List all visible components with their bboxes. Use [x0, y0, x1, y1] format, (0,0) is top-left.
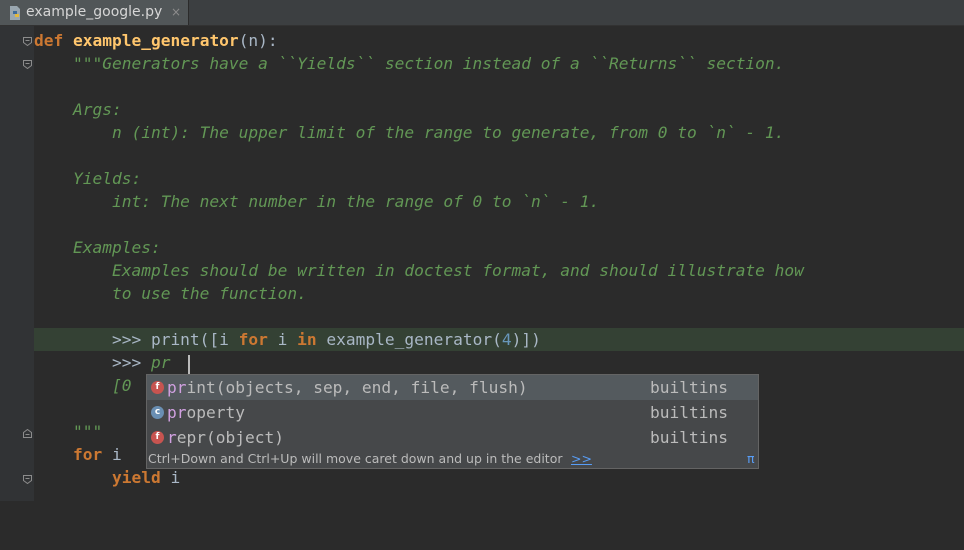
docstring-end-line: """ — [34, 422, 103, 441]
fold-marker-icon[interactable] — [23, 37, 32, 46]
doctest-output-line: [0 — [34, 376, 132, 395]
docstring-line: Examples: — [34, 238, 161, 257]
completion-location: builtins — [650, 428, 728, 447]
doctest-input-line: >>> pr — [34, 353, 171, 372]
docstring-line: int: The next number in the range of 0 t… — [34, 192, 600, 211]
completion-item-repr[interactable]: f repr(object) builtins — [147, 425, 758, 450]
docstring-line: Yields: — [34, 169, 142, 188]
function-icon: f — [151, 431, 164, 444]
completion-item-property[interactable]: c property builtins — [147, 400, 758, 425]
function-icon: f — [151, 381, 164, 394]
class-icon: c — [151, 406, 164, 419]
tab-label: example_google.py — [26, 4, 163, 20]
code-line-def: def example_generator(n): — [34, 29, 278, 52]
completion-item-print[interactable]: f print(objects, sep, end, file, flush) … — [147, 375, 758, 400]
text-caret — [188, 355, 190, 374]
typed-text: pr — [150, 353, 171, 372]
completion-hint-text: Ctrl+Down and Ctrl+Up will move caret do… — [148, 451, 563, 466]
editor-tab-bar: example_google.py × — [0, 0, 964, 26]
def-keyword: def — [34, 31, 64, 50]
code-editor[interactable]: def example_generator(n): """Generators … — [0, 26, 964, 501]
fold-marker-icon[interactable] — [23, 60, 32, 69]
editor-gutter — [0, 26, 34, 501]
docstring-line: to use the function. — [34, 284, 307, 303]
code-line-for: for i — [72, 445, 122, 464]
doctest-line: >>> print([i for i in example_generator(… — [34, 330, 541, 349]
pi-icon[interactable]: π — [747, 450, 755, 468]
function-args: (n): — [238, 31, 278, 50]
docstring-line: Args: — [34, 100, 122, 119]
docstring-line: n (int): The upper limit of the range to… — [34, 123, 785, 142]
docstring-line: """Generators have a ``Yields`` section … — [34, 54, 785, 73]
completion-popup[interactable]: f print(objects, sep, end, file, flush) … — [146, 374, 759, 469]
completion-hint: Ctrl+Down and Ctrl+Up will move caret do… — [147, 450, 758, 468]
tab-example-google-py[interactable]: example_google.py × — [0, 0, 189, 25]
completion-hint-link[interactable]: >> — [571, 450, 592, 468]
completion-location: builtins — [650, 378, 728, 397]
close-tab-icon[interactable]: × — [171, 5, 181, 19]
completion-location: builtins — [650, 403, 728, 422]
fold-marker-icon[interactable] — [23, 475, 32, 484]
fold-marker-icon[interactable] — [23, 429, 32, 438]
python-file-icon — [10, 6, 20, 20]
docstring-line: Examples should be written in doctest fo… — [34, 261, 804, 280]
function-name: example_generator — [73, 31, 239, 50]
